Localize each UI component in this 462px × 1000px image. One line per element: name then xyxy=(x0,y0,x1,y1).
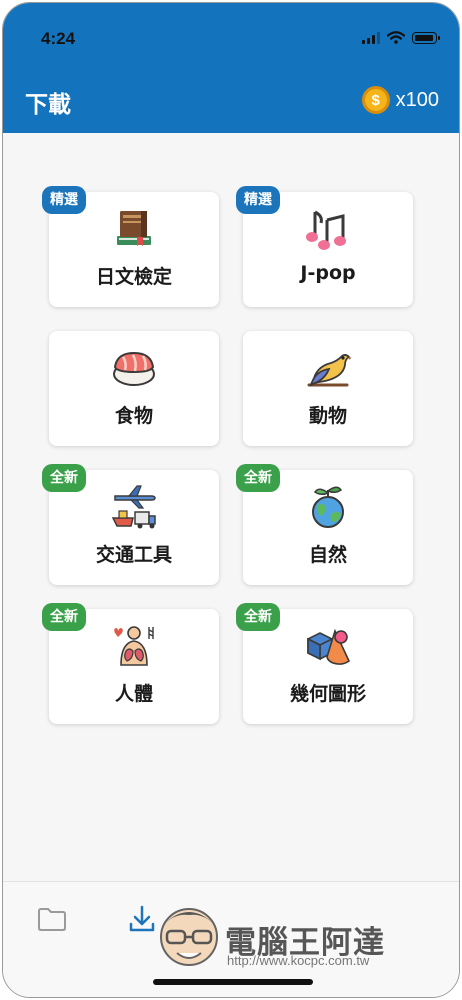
phone-screen: 4:24 下載 $ x100 日文檢定 精選 J-pop 精選 食物 動物 交通… xyxy=(2,2,460,998)
music-notes-icon xyxy=(306,210,346,250)
watermark-url: http://www.kocpc.com.tw xyxy=(227,953,370,968)
new-badge: 全新 xyxy=(42,464,86,492)
category-label: 幾何圖形 xyxy=(289,683,366,705)
folder-icon[interactable] xyxy=(37,906,67,932)
home-indicator xyxy=(153,979,313,985)
geometric-shapes-icon xyxy=(307,628,351,665)
books-icon xyxy=(117,211,151,246)
category-label: 食物 xyxy=(114,405,153,427)
mascot-logo xyxy=(160,908,218,966)
category-card-animals[interactable]: 動物 xyxy=(243,331,413,446)
category-label: 自然 xyxy=(308,544,347,566)
category-grid: 日文檢定 精選 J-pop 精選 食物 動物 交通工具 全新 自然 全新 人體 … xyxy=(3,3,459,997)
category-card-geometric-shapes[interactable]: 幾何圖形 全新 xyxy=(236,603,413,724)
category-card-transportation[interactable]: 交通工具 全新 xyxy=(42,464,219,585)
new-badge: 全新 xyxy=(236,603,280,631)
new-badge: 全新 xyxy=(42,603,86,631)
featured-badge: 精選 xyxy=(42,186,86,214)
sushi-icon xyxy=(113,351,155,386)
category-card-nature[interactable]: 自然 全新 xyxy=(236,464,413,585)
category-label: 交通工具 xyxy=(95,544,172,566)
human-body-icon xyxy=(114,626,154,666)
watermark: 電腦王阿達 http://www.kocpc.com.tw xyxy=(153,895,433,975)
category-card-food[interactable]: 食物 xyxy=(49,331,219,446)
category-card-human-body[interactable]: 人體 全新 xyxy=(42,603,219,724)
category-card-japanese-test[interactable]: 日文檢定 精選 xyxy=(42,186,219,307)
earth-plant-icon xyxy=(312,486,344,528)
category-label: 人體 xyxy=(114,683,153,705)
category-label: J-pop xyxy=(300,262,356,284)
category-label: 日文檢定 xyxy=(95,266,172,288)
category-card-jpop[interactable]: J-pop 精選 xyxy=(236,186,413,307)
featured-badge: 精選 xyxy=(236,186,280,214)
new-badge: 全新 xyxy=(236,464,280,492)
bird-icon xyxy=(307,354,351,387)
category-label: 動物 xyxy=(308,405,347,427)
vehicles-icon xyxy=(111,485,156,529)
